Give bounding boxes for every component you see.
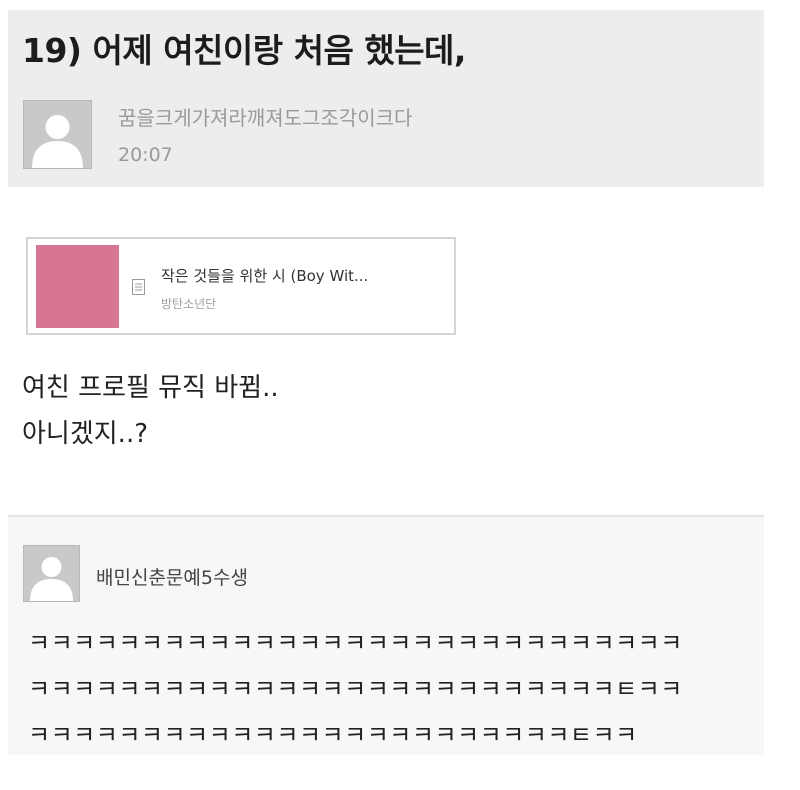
- song-title: 작은 것들을 위한 시 (Boy Wit...: [161, 267, 369, 285]
- post-title: 19) 어제 여친이랑 처음 했는데,: [22, 31, 466, 70]
- artist-name: 방탄소년단: [161, 297, 217, 311]
- body-text-line: 여친 프로필 뮤직 바뀜..: [22, 373, 279, 403]
- body-text-line: 아니겠지..?: [22, 419, 149, 449]
- post-header: 19) 어제 여친이랑 처음 했는데, 꿈을크게가져라깨져도그조각이크다 20:…: [8, 10, 764, 187]
- commenter-name[interactable]: 배민신춘문예5수생: [96, 563, 248, 590]
- author-avatar-icon[interactable]: [23, 100, 92, 169]
- post-time: 20:07: [118, 144, 173, 166]
- comment-text-line: ㅋㅋㅋㅋㅋㅋㅋㅋㅋㅋㅋㅋㅋㅋㅋㅋㅋㅋㅋㅋㅋㅋㅋㅋㅌㅋㅋ: [28, 721, 638, 749]
- comment-text-line: ㅋㅋㅋㅋㅋㅋㅋㅋㅋㅋㅋㅋㅋㅋㅋㅋㅋㅋㅋㅋㅋㅋㅋㅋㅋㅋㅋㅋㅋ: [28, 629, 683, 657]
- document-icon: [132, 279, 145, 295]
- comment: 배민신춘문예5수생 ㅋㅋㅋㅋㅋㅋㅋㅋㅋㅋㅋㅋㅋㅋㅋㅋㅋㅋㅋㅋㅋㅋㅋㅋㅋㅋㅋㅋㅋ …: [8, 515, 764, 755]
- post-body: 작은 것들을 위한 시 (Boy Wit... 방탄소년단 여친 프로필 뮤직 …: [8, 187, 764, 515]
- commenter-avatar-icon[interactable]: [23, 545, 80, 602]
- album-art: [36, 245, 119, 328]
- author-name[interactable]: 꿈을크게가져라깨져도그조각이크다: [118, 102, 412, 131]
- comment-text-line: ㅋㅋㅋㅋㅋㅋㅋㅋㅋㅋㅋㅋㅋㅋㅋㅋㅋㅋㅋㅋㅋㅋㅋㅋㅋㅋㅌㅋㅋ: [28, 675, 683, 703]
- music-card[interactable]: 작은 것들을 위한 시 (Boy Wit... 방탄소년단: [26, 237, 456, 335]
